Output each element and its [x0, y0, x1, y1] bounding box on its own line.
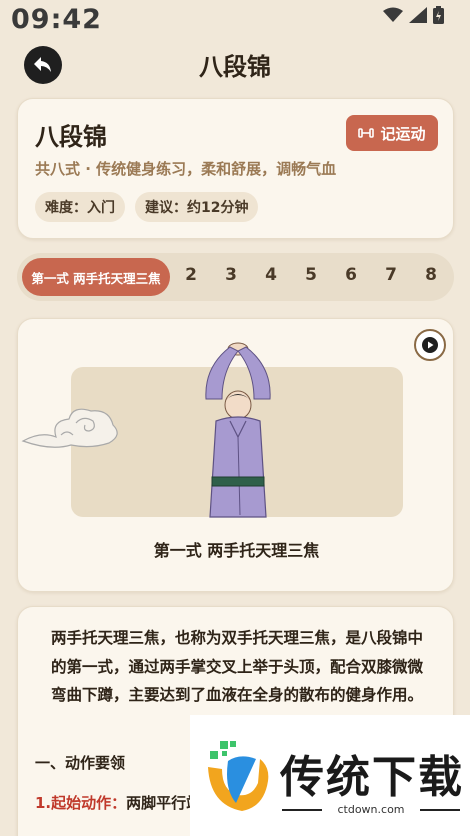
cloud-decoration-icon: [21, 408, 118, 448]
status-time: 09:42: [11, 4, 102, 35]
record-exercise-button[interactable]: 记运动: [346, 115, 438, 151]
exercise-info-card: 八段锦 记运动 共八式 · 传统健身练习，柔和舒展，调畅气血 难度：入门 建议：…: [17, 98, 454, 239]
status-icons: [383, 6, 444, 24]
play-video-button[interactable]: [414, 329, 446, 361]
battery-icon: [433, 6, 444, 24]
tab-form-5[interactable]: 5: [299, 265, 323, 285]
site-logo-icon: [208, 741, 269, 811]
dumbbell-icon: [358, 128, 375, 138]
page-title: 八段锦: [199, 53, 271, 81]
tab-form-2[interactable]: 2: [179, 265, 203, 285]
description-paragraph: 两手托天理三焦，也称为双手托天理三焦，是八段锦中的第一式，通过两手掌交叉上举于头…: [51, 629, 424, 704]
illustration-card: 第一式 两手托天理三焦: [17, 318, 454, 592]
tab-form-8[interactable]: 8: [419, 265, 443, 285]
tab-form-6[interactable]: 6: [339, 265, 363, 285]
form-tabs: 第一式 两手托天理三焦 2 3 4 5 6 7 8: [17, 253, 454, 301]
site-title: 传统下载: [280, 752, 464, 803]
suggestion-tag: 建议：约12分钟: [135, 192, 259, 222]
record-button-label: 记运动: [380, 124, 426, 143]
tab-form-7[interactable]: 7: [379, 265, 403, 285]
status-bar: 09:42: [0, 0, 470, 40]
difficulty-tag: 难度：入门: [35, 192, 125, 222]
exercise-title: 八段锦: [35, 123, 107, 151]
exercise-subtitle: 共八式 · 传统健身练习，柔和舒展，调畅气血: [35, 160, 337, 178]
download-site-banner[interactable]: 传统下载 ctdown.com: [190, 715, 470, 836]
play-icon: [422, 337, 438, 353]
illustration-caption: 第一式 两手托天理三焦: [153, 541, 320, 560]
wifi-icon: [383, 7, 403, 22]
figure-illustration: [205, 342, 271, 518]
tab-form-1[interactable]: 第一式 两手托天理三焦: [22, 258, 170, 296]
step-label: 1.起始动作：: [35, 794, 127, 812]
signal-icon: [409, 7, 427, 23]
site-url-line-right: [420, 809, 460, 811]
tab-form-4[interactable]: 4: [259, 265, 283, 285]
section-title: 一、动作要领: [35, 754, 126, 772]
tab-form-3[interactable]: 3: [219, 265, 243, 285]
